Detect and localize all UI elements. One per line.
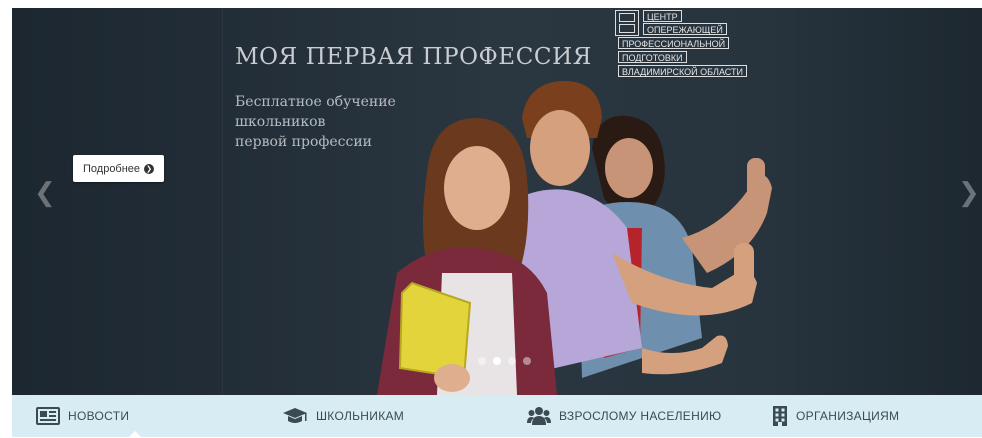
slide-indicators: [478, 357, 531, 365]
nav-item-label: ВЗРОСЛОМУ НАСЕЛЕНИЮ: [559, 409, 722, 423]
slide-dot-active[interactable]: [493, 357, 501, 365]
chevron-left-icon[interactable]: ❮: [34, 178, 56, 208]
nav-item-label: ШКОЛЬНИКАМ: [316, 409, 405, 423]
logo-line: ПРОФЕССИОНАЛЬНОЙ: [618, 37, 730, 49]
slide-dot[interactable]: [478, 357, 486, 365]
more-button[interactable]: Подробнее ❯: [73, 155, 165, 182]
chevron-circle-right-icon: ❯: [144, 163, 155, 174]
logo-line: ВЛАДИМИРСКОЙ ОБЛАСТИ: [618, 65, 747, 77]
category-nav: НОВОСТИ ШКОЛЬНИКАМ ВЗРОСЛОМУ НАСЕЛЕНИЮ О…: [12, 395, 982, 438]
chevron-right-icon[interactable]: ❯: [958, 178, 980, 208]
logo-line: ЦЕНТР: [643, 10, 682, 22]
nav-item-news[interactable]: НОВОСТИ: [36, 395, 143, 438]
logo-line: ПОДГОТОВКИ: [618, 51, 687, 63]
more-button-label: Подробнее: [83, 162, 141, 175]
logo-mark-icon: [615, 10, 639, 36]
page: МОЯ ПЕРВАЯ ПРОФЕССИЯ Бесплатное обучение…: [0, 0, 982, 438]
nav-item-adults[interactable]: ВЗРОСЛОМУ НАСЕЛЕНИЮ: [527, 395, 721, 437]
building-icon: [772, 405, 788, 427]
users-icon: [527, 406, 551, 426]
slide-dot[interactable]: [523, 357, 531, 365]
logo-line: ОПЕРЕЖАЮЩЕЙ: [643, 23, 727, 35]
nav-item-label: ОРГАНИЗАЦИЯМ: [796, 409, 900, 423]
nav-item-students[interactable]: ШКОЛЬНИКАМ: [282, 395, 404, 437]
newspaper-icon: [36, 407, 60, 425]
nav-item-label: НОВОСТИ: [68, 409, 130, 423]
hero-slider[interactable]: МОЯ ПЕРВАЯ ПРОФЕССИЯ Бесплатное обучение…: [12, 8, 982, 395]
slide-title: МОЯ ПЕРВАЯ ПРОФЕССИЯ: [235, 44, 592, 70]
nav-item-organizations[interactable]: ОРГАНИЗАЦИЯМ: [772, 395, 899, 437]
slide-dot[interactable]: [508, 357, 516, 365]
students-photo: [377, 80, 772, 395]
graduation-cap-icon: [282, 407, 308, 425]
